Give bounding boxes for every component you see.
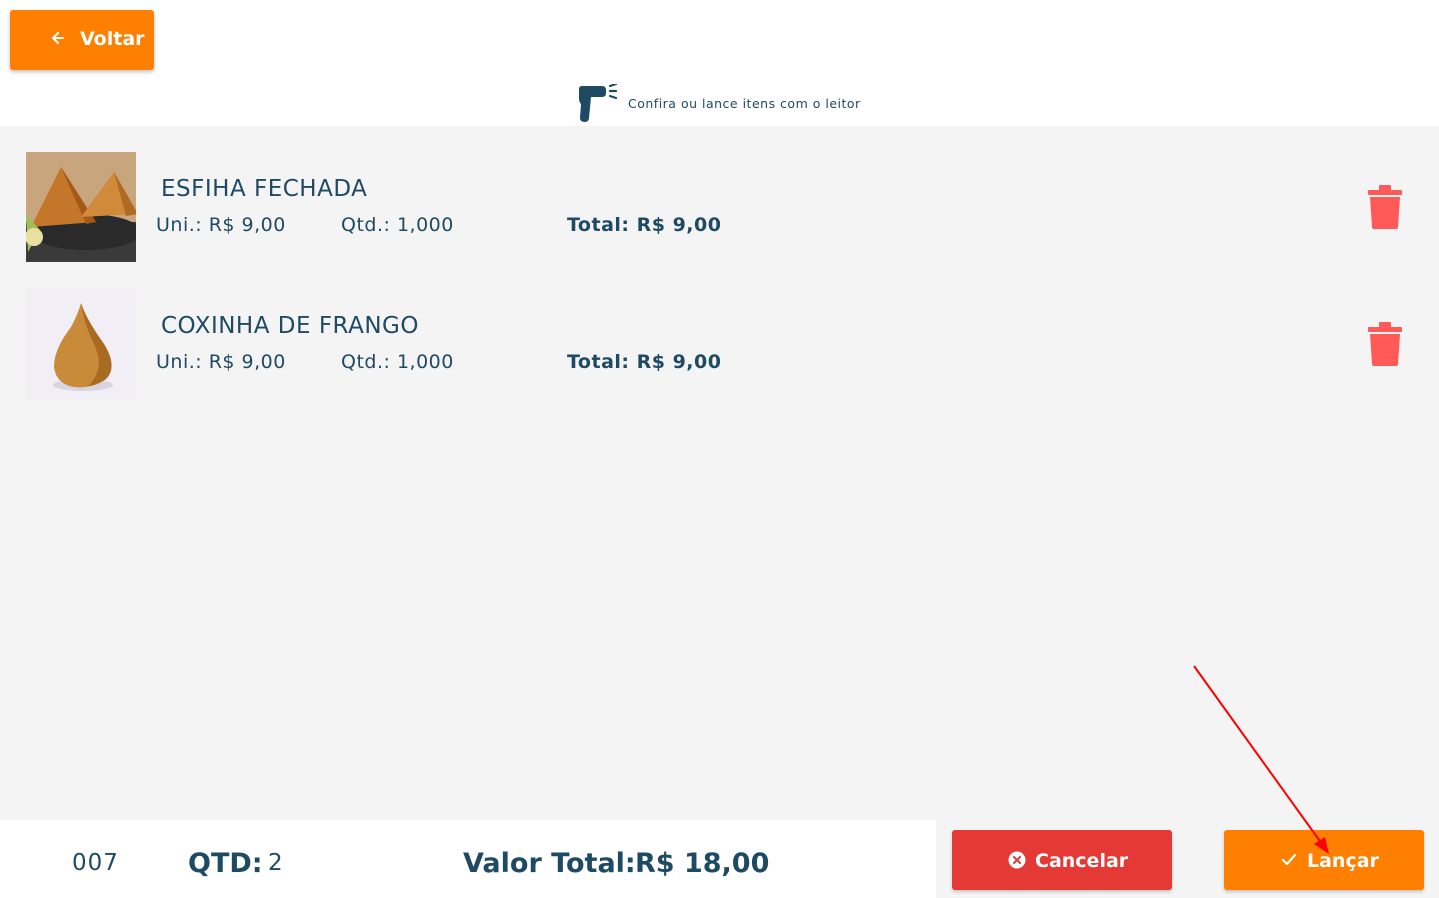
cancel-button-label: Cancelar	[1035, 850, 1129, 872]
total-value: R$ 18,00	[635, 848, 770, 879]
item-total: Total: R$ 9,00	[567, 351, 722, 373]
cancel-button[interactable]: Cancelar	[952, 830, 1172, 890]
check-icon	[1281, 853, 1297, 866]
esfiha-photo	[26, 152, 136, 262]
barcode-scanner-icon	[579, 84, 618, 122]
cart-list: ESFIHA FECHADA Uni.: R$ 9,00 Qtd.: 1,000…	[0, 126, 1439, 820]
cart-item: ESFIHA FECHADA Uni.: R$ 9,00 Qtd.: 1,000…	[0, 152, 1439, 262]
item-quantity: Qtd.: 1,000	[341, 351, 454, 373]
arrow-left-icon	[52, 32, 64, 44]
order-summary: 007 QTD: 2 Valor Total: R$ 18,00	[0, 820, 936, 898]
close-circle-icon	[1008, 851, 1026, 869]
qtd-value: 2	[268, 850, 283, 876]
back-button[interactable]: Voltar	[10, 10, 154, 70]
item-unit-price: Uni.: R$ 9,00	[156, 351, 286, 373]
item-name: ESFIHA FECHADA	[161, 176, 368, 202]
item-quantity: Qtd.: 1,000	[341, 214, 454, 236]
item-unit-price: Uni.: R$ 9,00	[156, 214, 286, 236]
cart-item: COXINHA DE FRANGO Uni.: R$ 9,00 Qtd.: 1,…	[0, 289, 1439, 399]
coxinha-photo	[26, 289, 136, 399]
trash-icon[interactable]	[1366, 184, 1404, 230]
scanner-hint: Confira ou lance itens com o leitor	[628, 96, 861, 111]
total-value-label: Valor Total:	[463, 848, 636, 879]
lancar-button-label: Lançar	[1307, 850, 1379, 872]
item-total: Total: R$ 9,00	[567, 214, 722, 236]
back-button-label: Voltar	[80, 28, 145, 50]
qtd-label: QTD:	[188, 848, 263, 879]
trash-icon[interactable]	[1366, 321, 1404, 367]
item-name: COXINHA DE FRANGO	[161, 313, 419, 339]
lancar-button[interactable]: Lançar	[1224, 830, 1424, 890]
order-code: 007	[72, 850, 119, 876]
top-bar: Voltar Confira ou lance itens com o leit…	[0, 0, 1439, 126]
